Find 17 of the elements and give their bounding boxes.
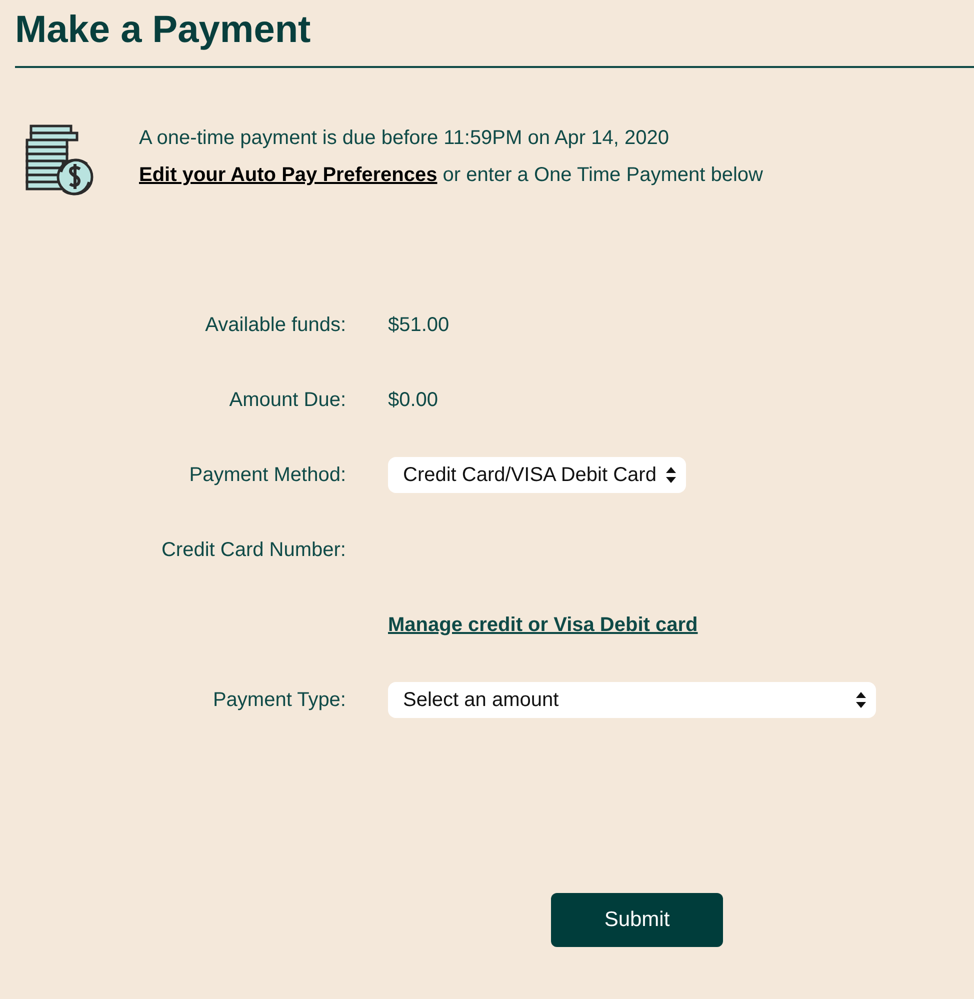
field-label: Payment Type: <box>212 688 346 710</box>
field-label: Available funds: <box>205 314 346 336</box>
field-label: Credit Card Number: <box>161 538 346 560</box>
submit-button[interactable]: Submit <box>551 893 723 947</box>
auto-pay-notice: Edit your Auto Pay Preferences or enter a One Time Payment below <box>139 163 763 188</box>
auto-pay-link[interactable]: Edit your Auto Pay Preferences <box>139 164 438 186</box>
updown-icon <box>856 692 866 708</box>
page-title: Make a Payment <box>15 8 312 52</box>
field-label: Payment Method: <box>189 464 346 486</box>
manage-card-link[interactable]: Manage credit or Visa Debit card <box>388 614 698 636</box>
due-notice: A one-time payment is due before 11:59PM on Apr 14, 2020 <box>139 126 670 151</box>
field-label: Amount Due: <box>229 388 346 410</box>
payment-method-select[interactable]: Credit Card/VISA Debit Card <box>388 457 686 493</box>
field-value: $0.00 <box>388 388 438 410</box>
updown-icon <box>666 467 676 483</box>
payment-type-select[interactable]: Select an amount <box>388 682 876 718</box>
field-value: $51.00 <box>388 314 450 336</box>
